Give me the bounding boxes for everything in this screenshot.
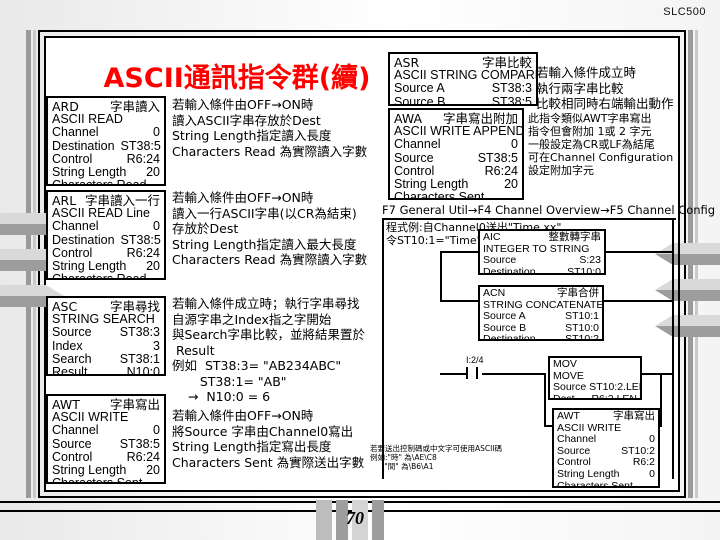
contact-normally-open-icon — [466, 367, 482, 381]
awa-r3-l: Source — [394, 150, 434, 165]
ard-r2-r: 0 — [153, 125, 160, 140]
awa-r2-r: 0 — [511, 137, 518, 152]
instruction-desc-awa: 此指令類似AWT字串寫出 指令但會附加 1或 2 字元 一般設定為CR或LF為結… — [528, 112, 674, 177]
ard-r1-l: ASCII READ — [52, 112, 123, 127]
footnote-text: 若要送出控制碼或中文字可使用ASCII碼 例如:"時" 為\AE\C8 "間" … — [370, 444, 503, 471]
asc-r5-l: Result — [52, 365, 88, 376]
acn-r4-r: ST10:2 — [565, 333, 599, 341]
rung3-branch-vert — [544, 373, 546, 427]
chevron-right-icon-3 — [655, 315, 720, 337]
chevron-right-icon-1 — [655, 243, 720, 265]
asr-r2-l: Source A — [394, 81, 445, 96]
asc-r1-l: STRING SEARCH — [52, 312, 155, 327]
awa-r5-r: 20 — [504, 177, 518, 192]
rung2-wire-left — [440, 300, 480, 302]
aic-r3-r: ST10:0 — [567, 265, 601, 275]
instruction-desc-asr: 若輸入條件成立時 執行兩字串比較 比較相同時右端輸出動作 — [536, 65, 674, 111]
acn-r1-l: STRING CONCATENATE — [483, 298, 604, 311]
ard-r2-l: Channel — [52, 125, 99, 140]
awa-r2-l: Channel — [394, 137, 441, 152]
page-number: 70 — [346, 508, 364, 528]
instruction-box-arl: ARL 字串讀入一行 ASCII READ Line Channel 0 Desti… — [46, 190, 166, 280]
rung3-wire-b — [482, 373, 544, 375]
mov-r3-r: R6:2.LEN — [591, 392, 637, 400]
instruction-box-asr: ASR 字串比較 ASCII STRING COMPARE Source A ST3… — [388, 52, 538, 106]
awt-r3-l: Source — [52, 436, 92, 451]
arl-r2-l: Channel — [52, 219, 99, 234]
instruction-box-awt: AWT 字串寫出 ASCII WRITE Channel 0 Source ST38:… — [46, 394, 166, 484]
acn-r4-l: Destination — [483, 333, 536, 341]
awt2-r1-l: ASCII WRITE — [557, 421, 622, 434]
awt-r5-r: 20 — [146, 463, 160, 478]
rung1-wire-vert — [440, 251, 442, 301]
rung1-wire-left — [440, 251, 480, 253]
ladder-block-mov: MOV MOVE Source ST10:2.LEN Dest R6:2.LEN — [548, 356, 642, 400]
rung1-wire-right — [604, 251, 674, 253]
rung2-wire-right — [602, 300, 674, 302]
awt-r2-l: Channel — [52, 423, 99, 438]
ard-r6-l: Characters Read — [52, 178, 147, 186]
instruction-desc-ard: 若輸入條件由OFF→ON時 讀入ASCII字串存放於Dest String Le… — [172, 97, 368, 159]
ladder-left-rail — [382, 219, 384, 479]
awt-r3-r: ST38:5 — [119, 436, 160, 451]
asc-r2-r: ST38:3 — [119, 325, 160, 340]
arl-r3-l: Destination — [52, 232, 115, 247]
arl-r3-r: ST38:5 — [120, 232, 161, 247]
mov-r0-l: MOV — [553, 358, 577, 370]
aic-r1-l: INTEGER TO STRING — [483, 242, 590, 255]
rung3-wire-mov-out — [642, 373, 674, 375]
asc-r3-r: 3 — [153, 338, 160, 353]
footer-band-1 — [316, 500, 332, 540]
contact-label: I:2/4 — [466, 355, 484, 365]
instruction-desc-awt: 若輸入條件由OFF→ON時 將Source 字串由Channel0寫出 Stri… — [172, 408, 365, 470]
awt2-r5-r: 0 — [649, 467, 655, 480]
instruction-desc-asc: 若輸入條件成立時；執行字串尋找 自源字串之Index指之字開始 與Search字… — [172, 296, 365, 404]
asr-r3-l: Source B — [394, 94, 446, 106]
ladder-block-awt2: AWT 字串寫出 ASCII WRITE Channel 0 Source ST10:… — [552, 408, 660, 488]
asr-r1-l: ASCII STRING COMPARE — [394, 68, 538, 83]
instruction-box-asc: ASC 字串尋找 STRING SEARCH Source ST38:3 Index… — [46, 296, 166, 376]
ladder-nav-path: F7 General Util→F4 Channel Overview→F5 C… — [382, 203, 715, 220]
awa-r3-r: ST38:5 — [477, 150, 518, 165]
header-brand: SLC500 — [663, 6, 706, 18]
page-title: ASCII通訊指令群(續) — [103, 63, 371, 94]
awa-r1-l: ASCII WRITE APPEND — [394, 124, 524, 139]
awt-r2-r: 0 — [153, 423, 160, 438]
aic-r3-l: Destination — [483, 265, 536, 275]
ard-r3-l: Destination — [52, 138, 115, 153]
arl-r1-l: ASCII READ Line — [52, 206, 150, 221]
asr-r2-r: ST38:3 — [491, 81, 532, 96]
ladder-block-aic: AIC 整數轉字串 INTEGER TO STRING Source S:23 De… — [478, 229, 606, 275]
ard-r3-r: ST38:5 — [120, 138, 161, 153]
instruction-box-awa: AWA 字串寫出附加 ASCII WRITE APPEND Channel 0 So… — [388, 108, 524, 200]
mov-r3-l: Dest — [553, 392, 575, 400]
awa-r6-l: Characters Sent — [394, 190, 485, 200]
mov-r2-l: Source ST10:2.LEN — [553, 381, 642, 394]
ladder-right-rail-2 — [678, 219, 680, 479]
instruction-box-ard: ARD 字串讀入 ASCII READ Channel 0 Destination S… — [46, 96, 166, 186]
awt-r1-l: ASCII WRITE — [52, 410, 129, 425]
awt-r6-l: Characters Sent — [52, 476, 143, 484]
arl-r2-r: 0 — [153, 219, 160, 234]
arl-r6-l: Characters Read — [52, 272, 147, 280]
chevron-right-icon-2 — [655, 279, 720, 301]
asr-r3-r: ST38:5 — [491, 94, 532, 106]
asc-r5-r: N10:0 — [126, 365, 160, 376]
ladder-right-rail — [672, 219, 674, 479]
asc-r2-l: Source — [52, 325, 92, 340]
ladder-block-acn: ACN 字串合併 STRING CONCATENATE Source A ST10:… — [478, 285, 604, 341]
rung3-wire-a — [440, 373, 466, 375]
footer-band-4 — [372, 500, 384, 540]
instruction-desc-arl: 若輸入條件由OFF→ON時 讀入一行ASCII字串(以CR為結束) 存放於Des… — [172, 190, 368, 267]
asc-r3-l: Index — [52, 338, 83, 353]
rung3-wire-mov-out2 — [660, 373, 662, 427]
mov-r1-l: MOVE — [553, 369, 584, 382]
awt2-r6-l: Characters Sent — [557, 479, 633, 488]
